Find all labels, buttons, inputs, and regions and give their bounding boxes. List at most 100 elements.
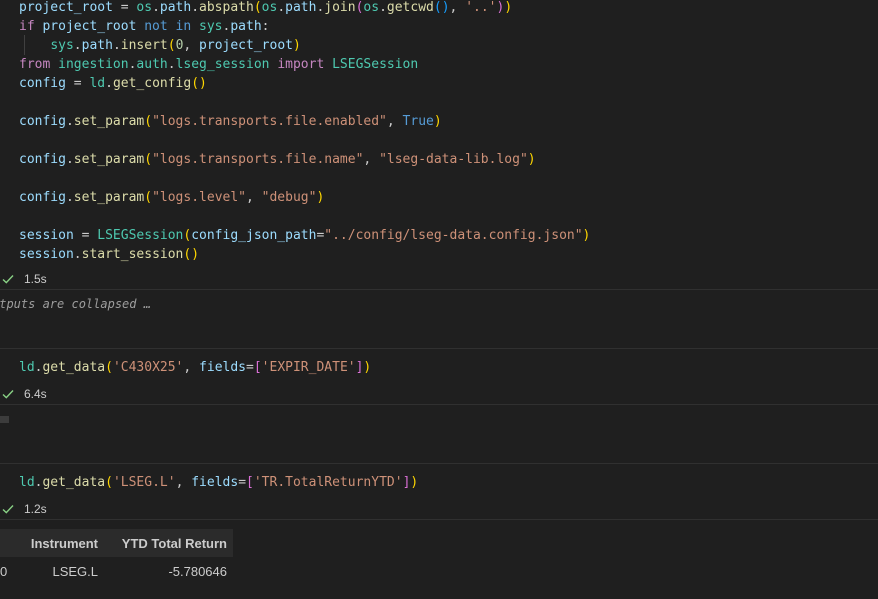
cell-2-status: 6.4s <box>0 384 47 404</box>
code-token: ) <box>363 360 372 375</box>
code-token: ) <box>316 190 325 205</box>
cell-3-status: 1.2s <box>0 499 47 519</box>
code-token: sys <box>199 19 223 34</box>
index-header <box>0 529 22 557</box>
code-token: "logs.level" <box>152 190 246 205</box>
code-token: ) <box>292 38 301 53</box>
code-token: . <box>167 57 176 72</box>
code-token: ) <box>527 152 536 167</box>
code-token: = <box>65 76 90 91</box>
code-token: , <box>246 190 262 205</box>
code-token: True <box>402 114 434 129</box>
code-token: lseg_session <box>175 57 270 72</box>
code-line[interactable]: from ingestion.auth.lseg_session import … <box>19 55 418 74</box>
column-header-ytd-total-return: YTD Total Return <box>98 529 233 557</box>
code-token: . <box>191 0 200 15</box>
code-token: config <box>19 152 66 167</box>
code-line[interactable]: config.set_param("logs.level", "debug") <box>19 188 324 207</box>
code-token: "lseg-data-lib.log" <box>379 152 528 167</box>
code-token: ( <box>144 152 153 167</box>
code-token: insert <box>120 38 168 53</box>
code-token: = <box>246 360 254 375</box>
cell-3-duration: 1.2s <box>24 502 47 516</box>
code-line[interactable]: ld.get_data('LSEG.L', fields=['TR.TotalR… <box>19 473 418 492</box>
code-token: not <box>144 19 168 34</box>
code-token: config <box>19 190 66 205</box>
code-token: set_param <box>73 152 145 167</box>
column-header-instrument: Instrument <box>22 529 98 557</box>
code-token: ( <box>253 0 262 15</box>
code-cell-3[interactable]: ld.get_data('LSEG.L', fields=['TR.TotalR… <box>0 475 878 499</box>
code-token: , <box>183 38 200 53</box>
code-token: . <box>65 114 74 129</box>
cell-2-output[interactable] <box>0 404 878 464</box>
cell-1-status: 1.5s <box>0 269 47 289</box>
code-token: os <box>136 0 153 15</box>
code-token: session <box>19 228 74 243</box>
code-token: "debug" <box>261 190 317 205</box>
outputs-collapsed-label[interactable]: utputs are collapsed … <box>0 297 151 311</box>
code-token: . <box>112 38 121 53</box>
code-line[interactable]: config.set_param("logs.transports.file.e… <box>19 112 442 131</box>
code-token: ld <box>89 76 106 91</box>
code-token: project_root <box>199 38 293 53</box>
code-line[interactable]: session = LSEGSession(config_json_path="… <box>19 226 590 245</box>
code-line[interactable]: sys.path.insert(0, project_root) <box>19 36 301 55</box>
code-token: import <box>277 57 325 72</box>
code-line[interactable]: if project_root not in sys.path: <box>19 17 269 36</box>
code-token: , <box>175 475 192 490</box>
code-token: path <box>159 0 192 15</box>
code-token: get_config <box>112 76 192 91</box>
code-token: os <box>261 0 278 15</box>
code-token: set_param <box>73 114 145 129</box>
code-token: , <box>363 152 380 167</box>
table-row: 0 LSEG.L -5.780646 <box>0 557 233 585</box>
check-icon <box>2 388 14 400</box>
code-line[interactable]: config.set_param("logs.transports.file.n… <box>19 150 536 169</box>
code-token: path <box>230 19 262 34</box>
code-token: config <box>19 76 66 91</box>
code-token: . <box>65 152 74 167</box>
code-line[interactable]: session.start_session() <box>19 245 199 264</box>
code-token: () <box>183 247 200 262</box>
code-token: session <box>19 247 74 262</box>
code-token: path <box>81 38 113 53</box>
code-token: "logs.transports.file.enabled" <box>152 114 387 129</box>
code-token: . <box>152 0 160 15</box>
code-cell-2[interactable]: ld.get_data('C430X25', fields=['EXPIR_DA… <box>0 360 878 384</box>
code-token: : <box>261 19 270 34</box>
check-icon <box>2 273 14 285</box>
cell-1-duration: 1.5s <box>24 272 47 286</box>
code-line[interactable]: project_root = os.path.abspath(os.path.j… <box>19 0 512 17</box>
code-token: set_param <box>73 190 145 205</box>
code-token: . <box>379 0 387 15</box>
cell-2-duration: 6.4s <box>24 387 47 401</box>
code-token: config <box>19 114 66 129</box>
code-token: "../config/lseg-data.config.json" <box>324 228 583 243</box>
code-line[interactable]: config = ld.get_config() <box>19 74 207 93</box>
code-token: os <box>363 0 380 15</box>
code-token: [ <box>253 360 262 375</box>
code-token: = <box>112 0 137 15</box>
dataframe-table: Instrument YTD Total Return 0 LSEG.L -5.… <box>0 529 233 585</box>
code-token: , <box>386 114 403 129</box>
code-token: . <box>65 190 74 205</box>
code-line[interactable]: ld.get_data('C430X25', fields=['EXPIR_DA… <box>19 358 371 377</box>
code-token: project_root <box>42 19 137 34</box>
code-token: . <box>277 0 286 15</box>
code-token: () <box>191 76 207 91</box>
cell-1-output[interactable]: utputs are collapsed … <box>0 289 878 349</box>
code-token: ingestion <box>58 57 129 72</box>
code-token: 'C430X25' <box>112 360 184 375</box>
code-token: ( <box>105 475 113 490</box>
code-token: ) <box>433 114 442 129</box>
code-token: fields <box>191 475 239 490</box>
code-token: abspath <box>199 0 254 15</box>
cell-ytd-total-return: -5.780646 <box>168 563 227 579</box>
code-token: , <box>449 0 466 15</box>
code-cell-1[interactable]: project_root = os.path.abspath(os.path.j… <box>0 0 878 270</box>
code-token: "logs.transports.file.name" <box>152 152 364 167</box>
code-token: ld <box>19 360 35 375</box>
